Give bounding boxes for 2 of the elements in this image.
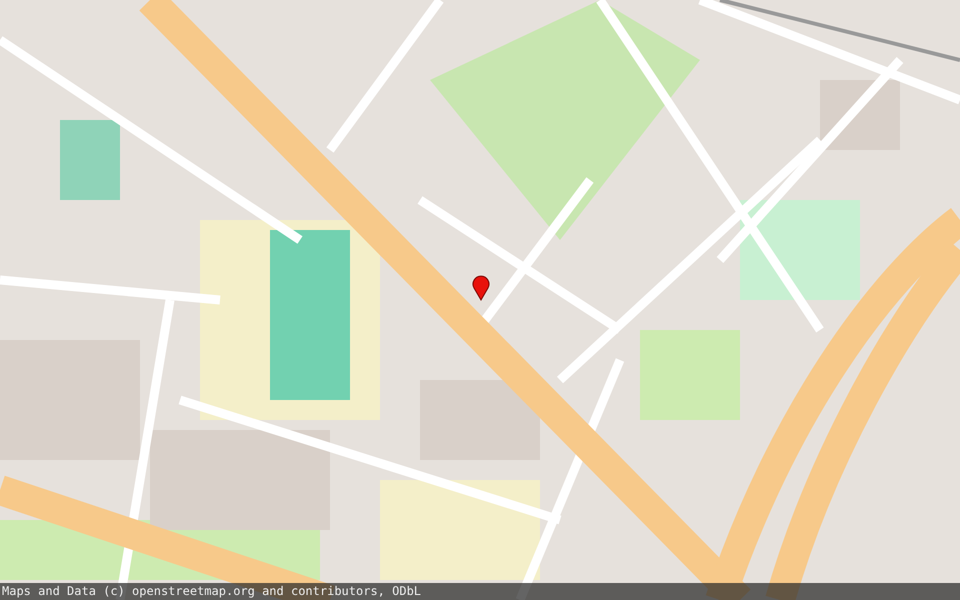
attribution-text: Maps and Data (c) openstreetmap.org and contributors, ODbL bbox=[0, 583, 960, 600]
map-pin-icon[interactable] bbox=[471, 273, 491, 301]
